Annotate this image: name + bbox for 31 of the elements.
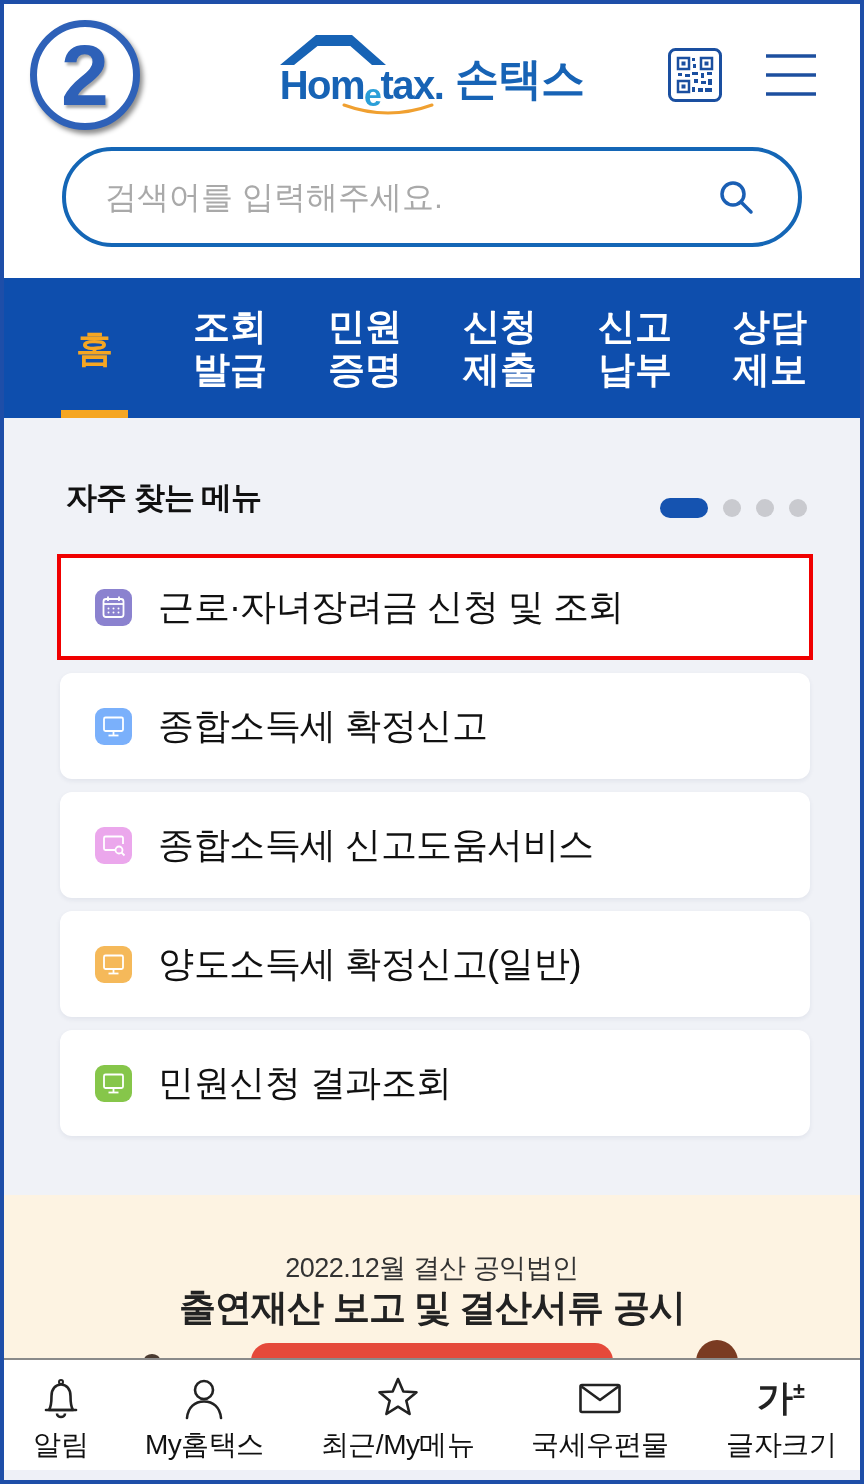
bottom-nav-button[interactable]: 가$^{±}$ 글자크기	[726, 1376, 836, 1462]
banner-subtitle: 2022.12월 결산 공익법인	[285, 1252, 579, 1285]
bottom-nav-button[interactable]: 최근/My메뉴	[320, 1376, 475, 1462]
menu-item[interactable]: 종합소득세 신고도움서비스	[60, 792, 810, 898]
page-indicator-dot[interactable]	[723, 499, 741, 517]
bottom-nav-button[interactable]: 알림	[33, 1376, 88, 1462]
menu-item[interactable]: 근로·자녀장려금 신청 및 조회	[57, 554, 813, 660]
nav-tab[interactable]: 상담 제보	[702, 278, 837, 418]
roof-icon	[279, 35, 386, 65]
nav-tab[interactable]: 신고 납부	[567, 278, 702, 418]
nav-tab[interactable]: 조회 발급	[162, 278, 297, 418]
section-title: 자주 찾는 메뉴	[66, 479, 262, 517]
bottom-nav-button[interactable]: 국세우편물	[531, 1376, 669, 1462]
bottom-nav-button[interactable]: My홈택스	[145, 1376, 264, 1462]
page-indicator-dot[interactable]	[756, 499, 774, 517]
qr-code-icon[interactable]	[668, 48, 722, 102]
nav-tab[interactable]: 홈	[27, 278, 162, 418]
banner-title: 출연재산 보고 및 결산서류 공시	[179, 1287, 685, 1329]
page-indicator-dot[interactable]	[789, 499, 807, 517]
nav-tab[interactable]: 민원 증명	[297, 278, 432, 418]
promo-banner[interactable]: 2022.12월 결산 공익법인 출연재산 보고 및 결산서류 공시	[4, 1195, 860, 1358]
search-field[interactable]: 검색어를 입력해주세요.	[62, 147, 802, 247]
search-icon[interactable]	[718, 179, 754, 215]
app-name: 손택스	[455, 53, 585, 105]
step-number-badge: 2	[30, 20, 140, 130]
menu-item[interactable]: 양도소득세 확정신고(일반)	[60, 911, 810, 1017]
menu-item[interactable]: 종합소득세 확정신고	[60, 673, 810, 779]
text-size-icon: 가$^{±}$	[757, 1376, 805, 1420]
nav-tab[interactable]: 신청 제출	[432, 278, 567, 418]
menu-icon[interactable]	[766, 54, 816, 96]
menu-item[interactable]: 민원신청 결과조회	[60, 1030, 810, 1136]
